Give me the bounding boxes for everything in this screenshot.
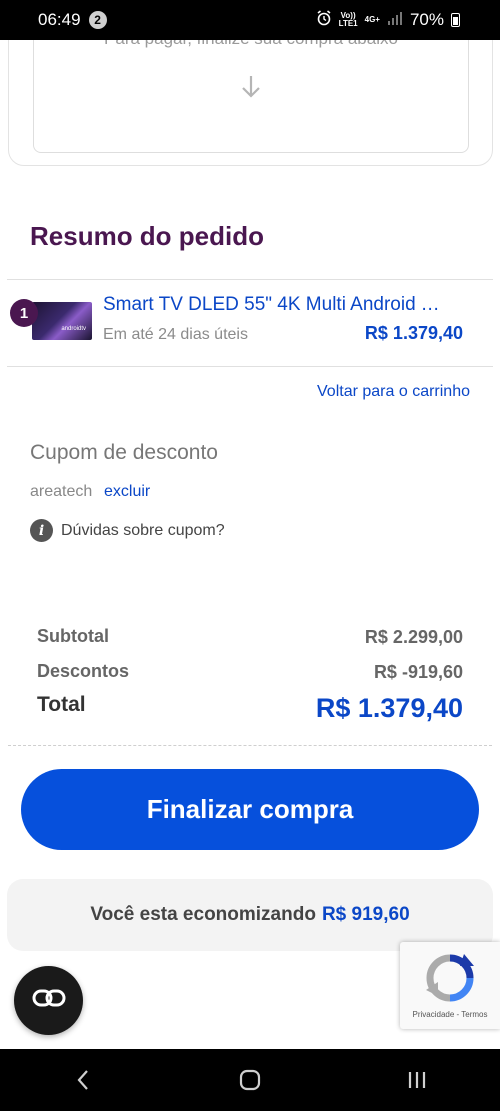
payment-card: Para pagar, finalize sua compra abaixo: [8, 20, 493, 166]
checkout-button[interactable]: Finalizar compra: [21, 769, 479, 850]
navigation-bar: [0, 1049, 500, 1111]
recents-icon[interactable]: [387, 1055, 447, 1105]
battery-icon: [451, 13, 460, 27]
clock: 06:49: [38, 10, 81, 29]
recaptcha-icon: [424, 952, 476, 1004]
dashed-divider: [8, 745, 492, 746]
quantity-badge: 1: [10, 299, 38, 327]
info-icon: i: [30, 519, 53, 542]
notification-count-badge: 2: [88, 11, 107, 29]
recaptcha-separator: -: [456, 1010, 460, 1019]
coupon-help-row[interactable]: i Dúvidas sobre cupom?: [30, 519, 225, 542]
coupon-help-text[interactable]: Dúvidas sobre cupom?: [61, 522, 225, 540]
remove-coupon-link[interactable]: excluir: [104, 483, 150, 501]
volte-indicator: Vo)) LTE1: [338, 11, 358, 28]
status-bar: 06:49 2 Vo)) LTE1 4G+ 70%: [0, 0, 500, 40]
battery-level: 70%: [409, 10, 444, 29]
discount-label: Descontos: [37, 661, 130, 681]
divider: [7, 366, 493, 367]
product-price: R$ 1.379,40: [364, 323, 463, 343]
cart-item[interactable]: androidtv 1 Smart TV DLED 55" 4K Multi A…: [10, 290, 480, 354]
savings-amount: R$ 919,60: [321, 904, 410, 925]
discount-value: R$ -919,60: [373, 662, 463, 682]
back-icon[interactable]: [53, 1055, 113, 1105]
product-thumbnail[interactable]: androidtv: [32, 302, 92, 340]
recaptcha-badge[interactable]: Privacidade - Termos: [400, 942, 500, 1029]
signal-icon: [387, 10, 403, 30]
network-type: 4G+: [364, 15, 380, 24]
total-value: R$ 1.379,40: [315, 693, 463, 723]
subtotal-value: R$ 2.299,00: [364, 627, 463, 647]
back-to-cart-link[interactable]: Voltar para o carrinho: [317, 383, 470, 401]
payment-placeholder-box: Para pagar, finalize sua compra abaixo: [33, 31, 469, 153]
subtotal-label: Subtotal: [37, 626, 109, 646]
arrow-down-icon: [240, 74, 262, 107]
coupon-code: areatech: [30, 483, 93, 500]
divider: [7, 279, 493, 280]
recaptcha-links: Privacidade - Termos: [400, 1010, 500, 1019]
alarm-icon: [316, 9, 332, 31]
link-icon: [32, 988, 66, 1013]
home-icon[interactable]: [220, 1055, 280, 1105]
floating-chat-button[interactable]: [14, 966, 83, 1035]
thumbnail-brand-text: androidtv: [61, 326, 86, 332]
recaptcha-privacy-link[interactable]: Privacidade: [412, 1010, 454, 1019]
savings-banner: Você esta economizando R$ 919,60: [7, 879, 493, 951]
total-label: Total: [37, 693, 86, 716]
recaptcha-terms-link[interactable]: Termos: [461, 1010, 487, 1019]
savings-label: Você esta economizando: [90, 904, 316, 925]
coupon-title: Cupom de desconto: [30, 441, 218, 464]
delivery-estimate: Em até 24 dias úteis: [103, 326, 248, 343]
order-summary-title: Resumo do pedido: [30, 221, 264, 251]
product-name-link[interactable]: Smart TV DLED 55" 4K Multi Android TV: [103, 294, 443, 316]
